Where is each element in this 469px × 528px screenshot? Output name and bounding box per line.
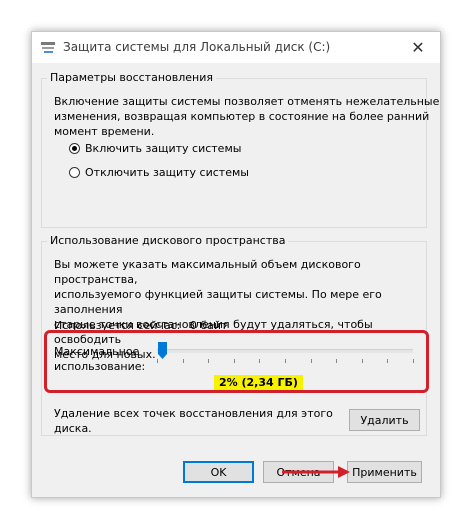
disk-usage-legend: Использование дискового пространства (47, 234, 289, 247)
restore-description: Включение защиты системы позволяет отмен… (54, 95, 440, 138)
radio-checked-icon (69, 143, 80, 154)
radio-unchecked-icon (69, 167, 80, 178)
system-protection-icon (41, 42, 55, 53)
restore-settings-legend: Параметры восстановления (47, 71, 216, 84)
close-icon: ✕ (411, 38, 425, 57)
title-bar: Защита системы для Локальный диск (C:) ✕ (32, 32, 440, 63)
system-protection-dialog: Защита системы для Локальный диск (C:) ✕… (31, 31, 441, 498)
annotation-highlight-frame (44, 330, 429, 393)
delete-button[interactable]: Удалить (349, 409, 420, 431)
close-button[interactable]: ✕ (396, 32, 440, 63)
annotation-arrow-icon (282, 466, 350, 478)
enable-protection-radio[interactable]: Включить защиту системы (69, 142, 241, 155)
disable-protection-radio[interactable]: Отключить защиту системы (69, 166, 249, 179)
window-title: Защита системы для Локальный диск (C:) (63, 40, 331, 54)
ok-button[interactable]: OK (183, 461, 254, 483)
delete-restore-points-text: Удаление всех точек восстановления для э… (54, 407, 333, 435)
apply-button[interactable]: Применить (347, 461, 422, 483)
